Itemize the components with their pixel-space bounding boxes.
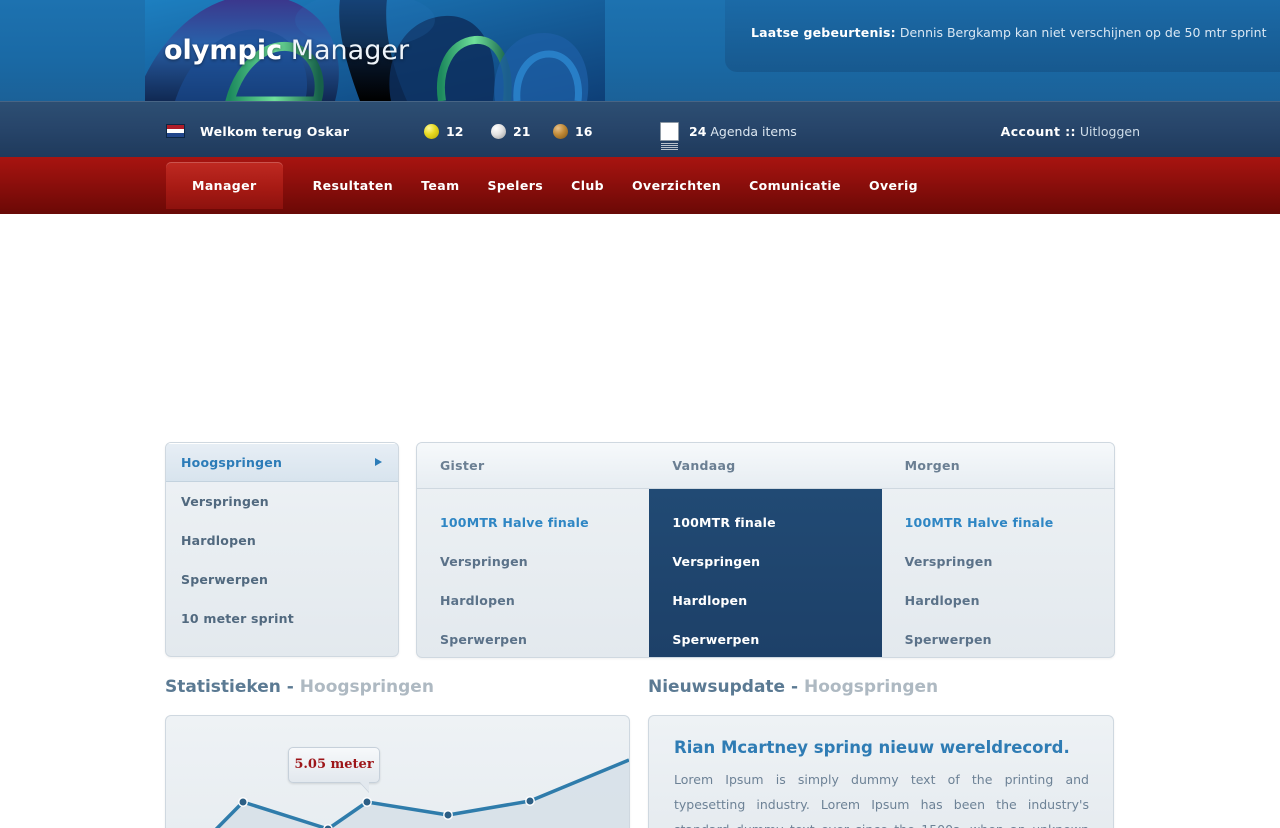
nav-item-club[interactable]: Club — [557, 157, 618, 214]
schedule-event[interactable]: Sperwerpen — [417, 620, 649, 657]
chevron-right-icon — [375, 458, 382, 466]
account-label: Account :: — [1000, 124, 1076, 139]
gold-medal-icon — [424, 124, 439, 139]
sidebar-item-10-meter-sprint[interactable]: 10 meter sprint — [166, 599, 398, 638]
schedule-event[interactable]: Sperwerpen — [649, 620, 881, 657]
schedule-header-row: Gister Vandaag Morgen — [417, 443, 1114, 489]
sidebar-item-hoogspringen[interactable]: Hoogspringen — [166, 443, 398, 482]
welcome-message: Welkom terug Oskar — [200, 124, 350, 139]
schedule-event[interactable]: 100MTR Halve finale — [882, 503, 1114, 542]
schedule-event[interactable]: 100MTR finale — [649, 503, 881, 542]
schedule-event[interactable]: 100MTR Halve finale — [417, 503, 649, 542]
schedule-event[interactable]: Hardlopen — [417, 581, 649, 620]
news-title-main: Nieuwsupdate - — [648, 677, 804, 697]
page-content: Hoogspringen Verspringen Hardlopen Sperw… — [0, 214, 1280, 828]
silver-medal-icon — [491, 124, 506, 139]
nav-item-spelers[interactable]: Spelers — [474, 157, 558, 214]
schedule-event[interactable]: Sperwerpen — [882, 620, 1114, 657]
schedule-event[interactable]: Verspringen — [882, 542, 1114, 581]
schedule-event[interactable]: Verspringen — [417, 542, 649, 581]
discipline-sidebar: Hoogspringen Verspringen Hardlopen Sperw… — [165, 442, 399, 657]
sidebar-item-label: Hoogspringen — [181, 455, 283, 470]
sidebar-item-verspringen[interactable]: Verspringen — [166, 482, 398, 521]
statistics-title-discipline: Hoogspringen — [299, 677, 434, 697]
schedule-body: 100MTR Halve finale Verspringen Hardlope… — [417, 489, 1114, 657]
sidebar-item-hardlopen[interactable]: Hardlopen — [166, 521, 398, 560]
schedule-event[interactable]: Hardlopen — [649, 581, 881, 620]
schedule-column-gister: 100MTR Halve finale Verspringen Hardlope… — [417, 489, 649, 657]
logout-link[interactable]: Uitloggen — [1076, 124, 1140, 139]
schedule-header-morgen: Morgen — [904, 458, 960, 473]
silver-medal-count: 21 — [513, 124, 531, 139]
news-title: Nieuwsupdate - Hoogspringen — [648, 677, 938, 697]
schedule-column-vandaag: 100MTR finale Verspringen Hardlopen Sper… — [649, 489, 882, 657]
calendar-icon — [660, 122, 679, 150]
ticker-text: Dennis Bergkamp kan niet verschijnen op … — [895, 25, 1267, 40]
nav-item-manager[interactable]: Manager — [166, 162, 283, 209]
schedule-header-gister: Gister — [440, 458, 485, 473]
nav-item-overzichten[interactable]: Overzichten — [618, 157, 735, 214]
schedule-header-vandaag: Vandaag — [672, 458, 736, 473]
brand-light: Manager — [282, 35, 410, 66]
agenda-count: 24 — [689, 124, 707, 139]
chart-tooltip-label: 5.05 meter — [294, 757, 374, 772]
statistics-chart-card: Selecteer de gewenste atleet Rian Mcartn… — [165, 715, 630, 828]
nav-item-overig[interactable]: Overig — [855, 157, 932, 214]
agenda-label: Agenda items — [706, 124, 797, 139]
line-chart — [166, 716, 629, 828]
nav-item-resultaten[interactable]: Resultaten — [299, 157, 408, 214]
schedule-panel: Gister Vandaag Morgen 100MTR Halve final… — [416, 442, 1115, 658]
bronze-medal-count: 16 — [575, 124, 593, 139]
latest-event-ticker: Laatse gebeurtenis: Dennis Bergkamp kan … — [725, 0, 1280, 72]
news-headline[interactable]: Rian Mcartney spring nieuw wereldrecord. — [674, 738, 1070, 757]
statistics-title-main: Statistieken - — [165, 677, 300, 697]
account-area[interactable]: Account :: Uitloggen — [1001, 124, 1140, 139]
chart-tooltip: 5.05 meter — [288, 747, 380, 783]
brand-logo: olympic Manager — [164, 36, 409, 66]
news-body: Lorem Ipsum is simply dummy text of the … — [674, 772, 1089, 828]
bronze-medal-icon — [553, 124, 568, 139]
nav-item-team[interactable]: Team — [407, 157, 473, 214]
news-card: Rian Mcartney spring nieuw wereldrecord.… — [648, 715, 1114, 828]
gold-medal-count: 12 — [446, 124, 464, 139]
schedule-event[interactable]: Verspringen — [649, 542, 881, 581]
ticker-label: Laatse gebeurtenis: — [751, 25, 896, 40]
schedule-column-morgen: 100MTR Halve finale Verspringen Hardlope… — [882, 489, 1114, 657]
statistics-title: Statistieken - Hoogspringen — [165, 677, 434, 697]
netherlands-flag-icon — [166, 124, 185, 138]
schedule-event[interactable]: Hardlopen — [882, 581, 1114, 620]
main-navigation: Manager Resultaten Team Spelers Club Ove… — [0, 157, 1280, 214]
sidebar-item-sperwerpen[interactable]: Sperwerpen — [166, 560, 398, 599]
site-banner: olympic Manager Laatse gebeurtenis: Denn… — [0, 0, 1280, 101]
nav-item-comunicatie[interactable]: Comunicatie — [735, 157, 855, 214]
news-title-discipline: Hoogspringen — [803, 677, 939, 697]
brand-bold: olympic — [164, 35, 283, 66]
